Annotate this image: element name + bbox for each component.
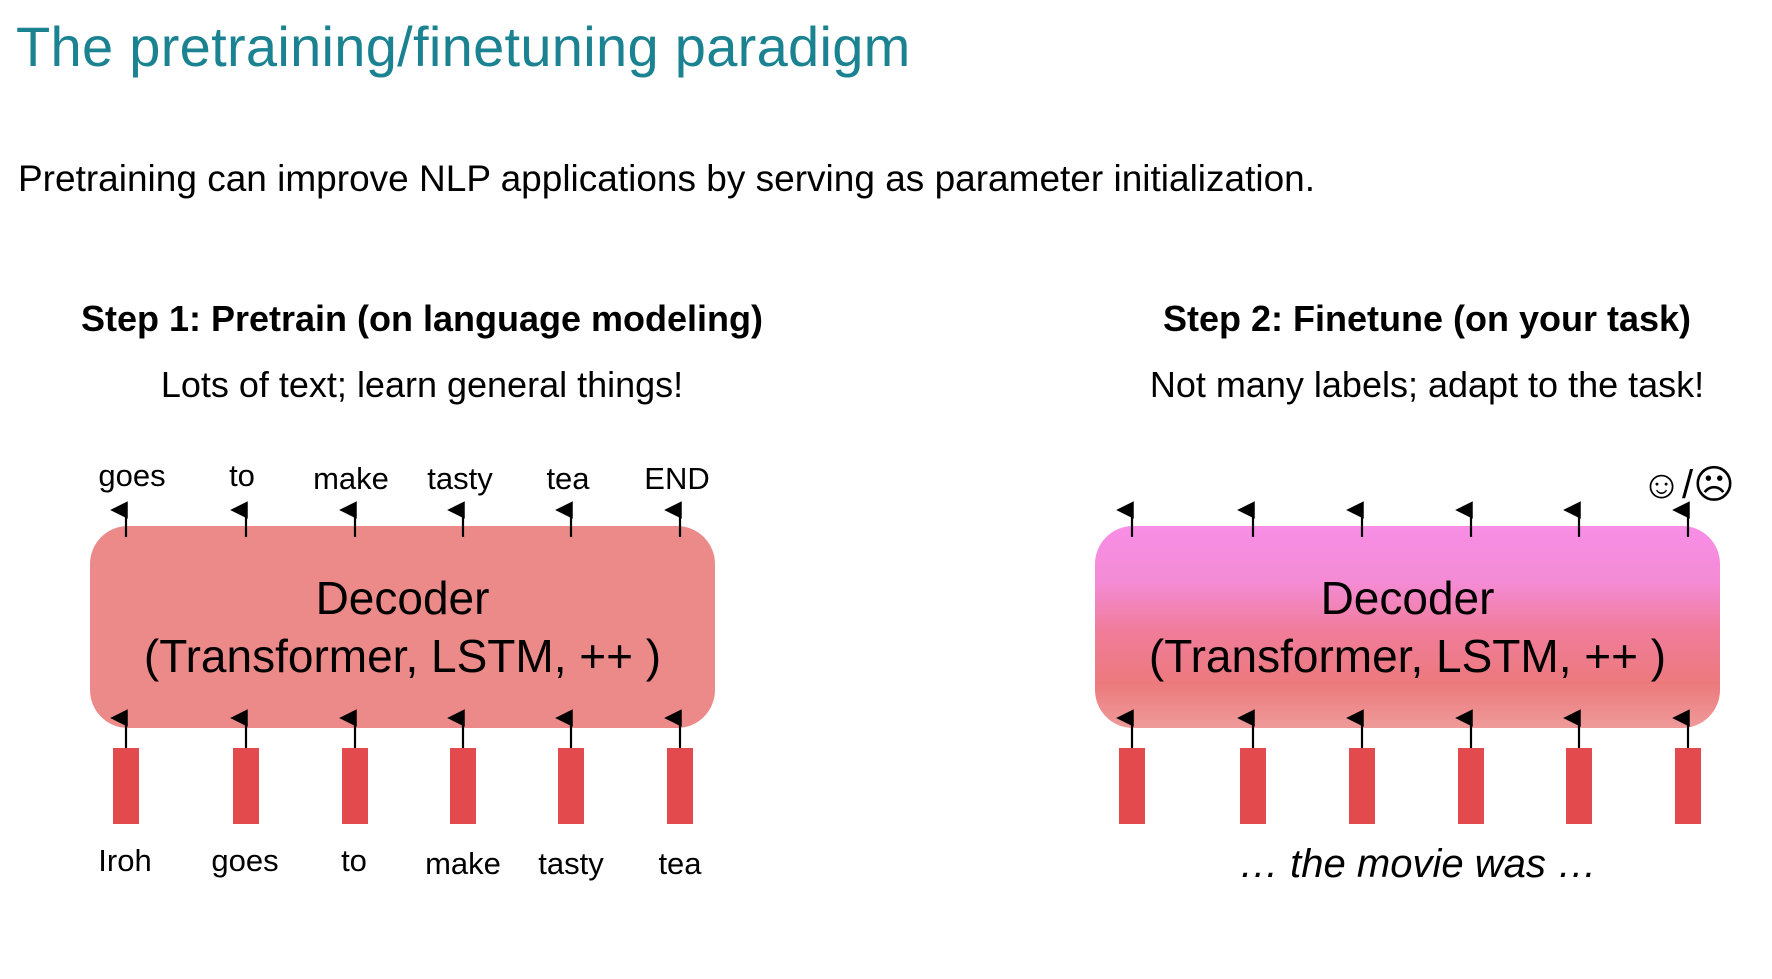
token-embedding-block (558, 748, 584, 824)
token-embedding-block (667, 748, 693, 824)
input-word: make (425, 846, 501, 881)
input-word: tea (658, 846, 702, 881)
finetune-arrows (1116, 501, 1701, 824)
input-word: to (341, 843, 367, 878)
token-embedding-block (1240, 748, 1266, 824)
token-embedding-block (342, 748, 368, 824)
token-embedding-block (233, 748, 259, 824)
input-word: tasty (538, 846, 604, 881)
output-word: tasty (427, 461, 493, 496)
input-phrase: … the movie was … (1239, 842, 1597, 886)
output-word: to (229, 458, 255, 493)
token-embedding-block (1566, 748, 1592, 824)
sentiment-output-label: ☺/☹ (1641, 463, 1735, 507)
token-embedding-block (1349, 748, 1375, 824)
output-word: make (313, 461, 389, 496)
output-word: END (644, 461, 710, 496)
output-word: goes (98, 458, 166, 493)
token-embedding-block (1675, 748, 1701, 824)
token-embedding-block (1458, 748, 1484, 824)
token-embedding-block (113, 748, 139, 824)
diagram-arrows-layer (110, 501, 1701, 824)
pretrain-arrows (110, 501, 693, 824)
input-word: Iroh (98, 843, 152, 878)
token-embedding-block (1119, 748, 1145, 824)
output-word: tea (546, 461, 590, 496)
token-embedding-block (450, 748, 476, 824)
input-word: goes (211, 843, 279, 878)
